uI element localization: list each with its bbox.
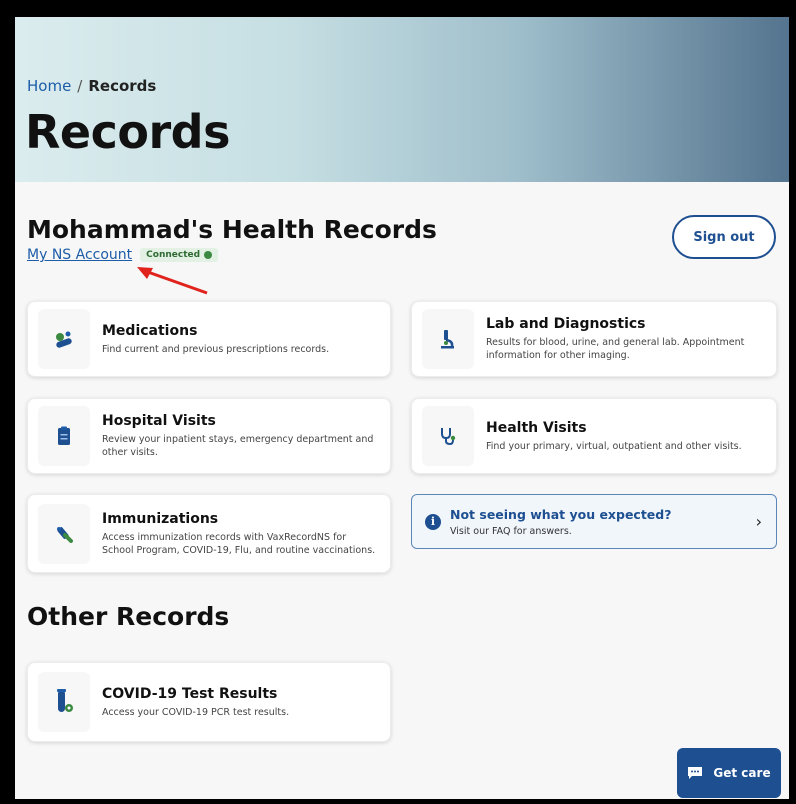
my-ns-account-link[interactable]: My NS Account: [27, 247, 132, 263]
info-icon: i: [425, 513, 441, 530]
health-visits-card[interactable]: Health Visits Find your primary, virtual…: [411, 398, 777, 474]
card-title: Lab and Diagnostics: [486, 316, 646, 332]
breadcrumb-current: Records: [88, 77, 157, 95]
card-title: Immunizations: [102, 510, 219, 527]
hospital-visits-card[interactable]: Hospital Visits Review your inpatient st…: [27, 398, 391, 474]
chat-icon: [688, 767, 703, 779]
card-icon-container: [422, 309, 474, 369]
sign-out-button[interactable]: Sign out: [672, 215, 776, 259]
card-description: Find your primary, virtual, outpatient a…: [486, 440, 742, 452]
chevron-right-icon: ›: [755, 512, 762, 531]
connected-badge: Connected: [140, 248, 219, 262]
get-care-button[interactable]: Get care: [677, 748, 781, 798]
covid-test-results-card[interactable]: COVID-19 Test Results Access your COVID-…: [27, 662, 391, 742]
check-icon: [204, 251, 213, 259]
immunizations-card[interactable]: Immunizations Access immunization record…: [27, 494, 391, 573]
card-description: Access your COVID-19 PCR test results.: [102, 706, 290, 718]
other-records-heading: Other Records: [27, 602, 230, 631]
card-description: Review your inpatient stays, emergency d…: [102, 434, 374, 458]
faq-description: Visit our FAQ for answers.: [450, 525, 572, 537]
page-frame: Home / Records Records Mohammad's Health…: [15, 17, 789, 799]
card-title: Medications: [102, 322, 198, 339]
account-row: My NS Account Connected: [27, 247, 219, 263]
medications-card[interactable]: Medications Find current and previous pr…: [27, 301, 391, 377]
card-icon-container: [422, 406, 474, 466]
stethoscope-icon: [441, 428, 456, 446]
breadcrumb: Home / Records: [27, 77, 156, 95]
clipboard-icon: [58, 426, 70, 445]
health-records-heading: Mohammad's Health Records: [27, 215, 437, 244]
card-title: COVID-19 Test Results: [102, 685, 278, 702]
card-title: Health Visits: [486, 419, 587, 436]
hero-banner: Home / Records Records: [15, 17, 789, 182]
breadcrumb-home[interactable]: Home: [27, 77, 71, 95]
card-icon-container: [38, 672, 90, 732]
card-description: Access immunization records with VaxReco…: [102, 531, 376, 556]
microscope-icon: [441, 330, 454, 349]
card-icon-container: [38, 503, 90, 564]
test-tube-icon: [57, 689, 73, 712]
faq-title: Not seeing what you expected?: [450, 506, 672, 522]
card-icon-container: [38, 309, 90, 369]
syringe-icon: [57, 526, 73, 543]
annotation-arrow-icon: [137, 267, 208, 295]
page-title: Records: [25, 105, 230, 159]
breadcrumb-separator: /: [77, 77, 83, 95]
faq-banner[interactable]: i Not seeing what you expected? Visit ou…: [411, 494, 777, 549]
card-description: Find current and previous prescriptions …: [102, 343, 330, 355]
card-icon-container: [38, 406, 90, 466]
connected-badge-label: Connected: [146, 250, 201, 260]
get-care-label: Get care: [713, 766, 771, 780]
pills-icon: [56, 331, 72, 348]
card-title: Hospital Visits: [102, 413, 216, 429]
lab-diagnostics-card[interactable]: Lab and Diagnostics Results for blood, u…: [411, 301, 777, 377]
card-description: Results for blood, urine, and general la…: [486, 337, 745, 361]
